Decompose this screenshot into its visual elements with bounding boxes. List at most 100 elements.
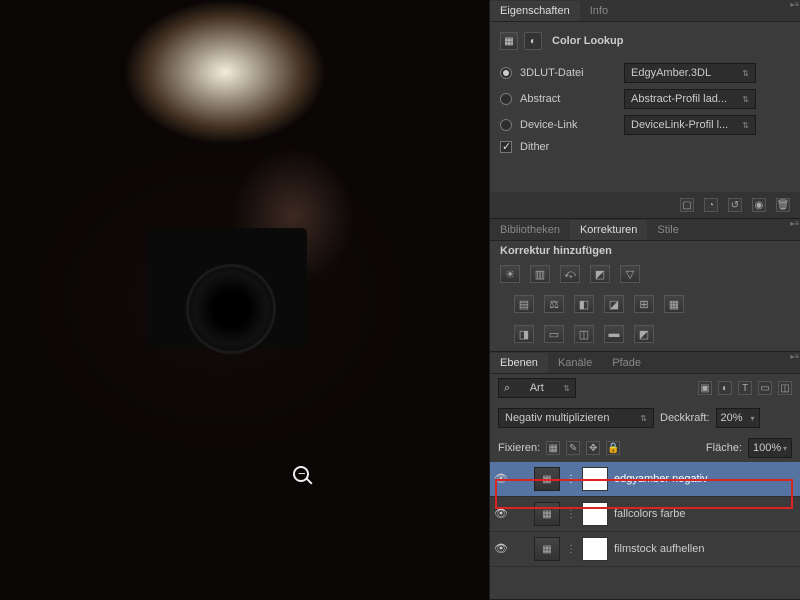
tab-kanaele[interactable]: Kanäle — [548, 353, 602, 373]
trash-icon[interactable]: 🗑 — [776, 198, 790, 212]
black-white-icon[interactable]: ◧ — [574, 295, 594, 313]
visibility-eye-icon[interactable]: ◉ — [752, 198, 766, 212]
link-icon: ⋮ — [566, 509, 576, 520]
radio-3dlut[interactable] — [500, 67, 512, 79]
opacity-input[interactable]: 20% ▾ — [716, 408, 760, 428]
visibility-eye-icon[interactable] — [494, 472, 508, 486]
chevron-updown-icon: ⇅ — [742, 121, 749, 130]
chevron-updown-icon: ⇅ — [742, 69, 749, 78]
blend-mode-value: Negativ multiplizieren — [505, 412, 610, 424]
levels-icon[interactable]: ▥ — [530, 265, 550, 283]
tab-bibliotheken[interactable]: Bibliotheken — [490, 220, 570, 240]
fill-input[interactable]: 100% ▾ — [748, 438, 792, 458]
threshold-icon[interactable]: ◫ — [574, 325, 594, 343]
panel-menu-icon[interactable]: ▸≡ — [790, 219, 799, 228]
tab-eigenschaften[interactable]: Eigenschaften — [490, 1, 580, 21]
layer-name[interactable]: fallcolors farbe — [614, 508, 686, 520]
blend-mode-dropdown[interactable]: Negativ multiplizieren ⇅ — [498, 408, 654, 428]
layer-row[interactable]: ▦ ⋮ filmstock aufhellen — [490, 532, 800, 567]
dropdown-devicelink[interactable]: DeviceLink-Profil l... ⇅ — [624, 115, 756, 135]
tab-korrekturen[interactable]: Korrekturen — [570, 220, 647, 240]
layer-name[interactable]: edgyamber negativ — [614, 473, 708, 485]
properties-tabs: Eigenschaften Info ▸≡ — [490, 0, 800, 22]
layer-row[interactable]: ▦ ⋮ fallcolors farbe — [490, 497, 800, 532]
radio-abstract[interactable] — [500, 93, 512, 105]
chevron-down-icon[interactable]: ▾ — [751, 414, 755, 423]
layer-name[interactable]: filmstock aufhellen — [614, 543, 705, 555]
filter-type-text-icon[interactable]: T — [738, 381, 752, 395]
hue-saturation-icon[interactable]: ▤ — [514, 295, 534, 313]
row-abstract: Abstract Abstract-Profil lad... ⇅ — [500, 86, 790, 112]
adjustment-thumb-icon: ▦ — [534, 502, 560, 526]
lock-position-icon[interactable]: ✥ — [586, 441, 600, 455]
view-previous-icon[interactable]: ◔ — [704, 198, 718, 212]
tab-pfade[interactable]: Pfade — [602, 353, 651, 373]
posterize-icon[interactable]: ▭ — [544, 325, 564, 343]
curves-icon[interactable]: ⤽ — [560, 265, 580, 283]
filter-type-label: Art — [530, 382, 544, 394]
dropdown-abstract[interactable]: Abstract-Profil lad... ⇅ — [624, 89, 756, 109]
chevron-updown-icon: ⇅ — [640, 414, 647, 423]
chevron-down-icon[interactable]: ▾ — [783, 444, 787, 453]
filter-shape-icon[interactable]: ▭ — [758, 381, 772, 395]
lock-pixels-icon[interactable]: ✎ — [566, 441, 580, 455]
reset-icon[interactable]: ↺ — [728, 198, 742, 212]
link-icon: ⋮ — [566, 544, 576, 555]
panel-menu-icon[interactable]: ▸≡ — [790, 0, 799, 9]
layers-tabs: Ebenen Kanäle Pfade ▸≡ — [490, 352, 800, 374]
photo-filter-icon[interactable]: ◪ — [604, 295, 624, 313]
dropdown-3dlut-value: EdgyAmber.3DL — [631, 67, 711, 79]
color-balance-icon[interactable]: ⚖ — [544, 295, 564, 313]
mask-thumb-icon[interactable] — [582, 537, 608, 561]
radio-devicelink[interactable] — [500, 119, 512, 131]
filter-pixel-icon[interactable]: ▣ — [698, 381, 712, 395]
adjustments-row3: ◨ ▭ ◫ ▬ ◩ — [490, 321, 800, 351]
tab-stile[interactable]: Stile — [647, 220, 688, 240]
lock-transparency-icon[interactable]: ▦ — [546, 441, 560, 455]
chevron-updown-icon: ⇅ — [742, 95, 749, 104]
lock-all-icon[interactable]: 🔒 — [606, 441, 620, 455]
layers-filter-row: ⌕ Art ⇅ ▣ ◐ T ▭ ◫ — [490, 374, 800, 402]
dropdown-abstract-value: Abstract-Profil lad... — [631, 93, 727, 105]
layer-list: ▦ ⋮ edgyamber negativ ▦ ⋮ fallcolors far… — [490, 462, 800, 567]
mask-thumb-icon[interactable] — [582, 502, 608, 526]
visibility-eye-icon[interactable] — [494, 542, 508, 556]
channel-mixer-icon[interactable]: ⊞ — [634, 295, 654, 313]
label-devicelink: Device-Link — [520, 119, 616, 131]
panel-menu-icon[interactable]: ▸≡ — [790, 352, 799, 361]
document-canvas[interactable] — [0, 0, 489, 600]
row-dither: Dither — [500, 138, 790, 156]
link-icon: ⋮ — [566, 474, 576, 485]
adjustments-row2: ▤ ⚖ ◧ ◪ ⊞ ▦ — [490, 291, 800, 321]
dropdown-3dlut[interactable]: EdgyAmber.3DL ⇅ — [624, 63, 756, 83]
tab-info[interactable]: Info — [580, 1, 618, 21]
filter-smartobject-icon[interactable]: ◫ — [778, 381, 792, 395]
photo-camera-lens — [186, 264, 276, 354]
visibility-eye-icon[interactable] — [494, 507, 508, 521]
gradient-map-icon[interactable]: ▬ — [604, 325, 624, 343]
clip-to-layer-icon[interactable]: ▢ — [680, 198, 694, 212]
label-abstract: Abstract — [520, 93, 616, 105]
filter-type-dropdown[interactable]: ⌕ Art ⇅ — [498, 378, 576, 398]
layer-row[interactable]: ▦ ⋮ edgyamber negativ — [490, 462, 800, 497]
tab-ebenen[interactable]: Ebenen — [490, 353, 548, 373]
properties-panel: Eigenschaften Info ▸≡ ▦ ◐ Color Lookup 3… — [490, 0, 800, 219]
adjustments-row1: ☀ ▥ ⤽ ◩ ▽ — [490, 261, 800, 291]
exposure-icon[interactable]: ◩ — [590, 265, 610, 283]
property-type-row: ▦ ◐ Color Lookup — [500, 28, 790, 60]
row-devicelink: Device-Link DeviceLink-Profil l... ⇅ — [500, 112, 790, 138]
adjustments-subtitle: Korrektur hinzufügen — [490, 241, 800, 261]
filter-adjustment-icon[interactable]: ◐ — [718, 381, 732, 395]
invert-icon[interactable]: ◨ — [514, 325, 534, 343]
brightness-contrast-icon[interactable]: ☀ — [500, 265, 520, 283]
checkbox-dither[interactable] — [500, 141, 512, 153]
lock-label: Fixieren: — [498, 442, 540, 454]
mask-thumb-icon[interactable] — [582, 467, 608, 491]
opacity-value: 20% — [721, 412, 743, 424]
selective-color-icon[interactable]: ◩ — [634, 325, 654, 343]
mask-icon[interactable]: ◐ — [524, 32, 542, 50]
fill-value: 100% — [753, 442, 781, 454]
vibrance-icon[interactable]: ▽ — [620, 265, 640, 283]
adjustments-panel: Bibliotheken Korrekturen Stile ▸≡ Korrek… — [490, 219, 800, 352]
color-lookup-icon[interactable]: ▦ — [664, 295, 684, 313]
